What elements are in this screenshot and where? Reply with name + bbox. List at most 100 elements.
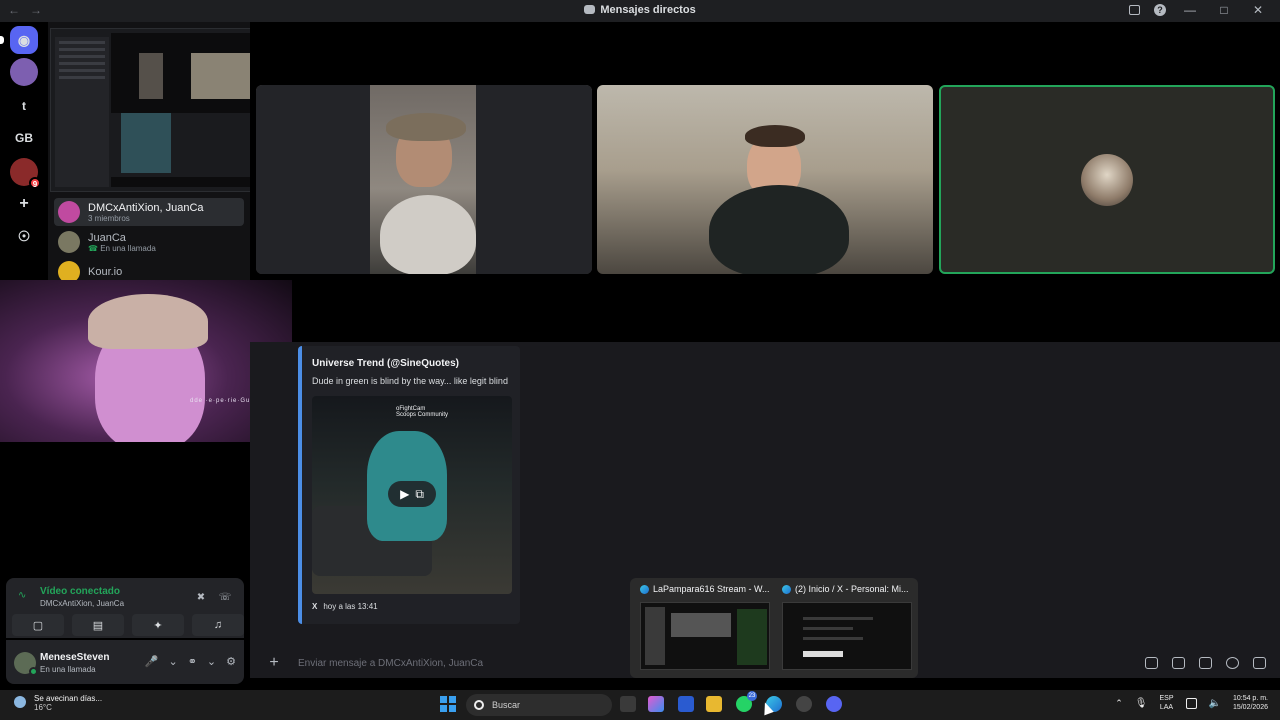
discord-home-icon[interactable]: ◉ [0,26,38,54]
taskbar-preview-popup: LaPampara616 Stream - W... (2) Inicio / … [630,578,918,678]
chevron-down-icon[interactable]: ⌄ [168,655,177,668]
open-external-icon[interactable]: ⧉ [415,487,424,502]
help-icon[interactable]: ? [1154,4,1166,16]
preview-line [59,62,105,65]
video-tile-3[interactable] [939,85,1275,274]
taskbar-search[interactable]: Buscar [466,694,612,716]
start-tile [449,696,456,703]
network-icon[interactable] [1185,697,1197,709]
preview-line [59,76,105,79]
avatar[interactable] [14,652,38,676]
server-icon-gb[interactable]: GB [10,124,38,152]
video-tile-1[interactable] [256,85,592,274]
embed-timestamp: hoy a las 13:41 [323,602,378,611]
attach-plus-icon[interactable]: + [264,653,284,673]
embed-video[interactable]: oFightCam Scoops Community ▶ ⧉ [312,396,512,594]
store-icon[interactable] [678,696,694,712]
file-explorer-icon[interactable] [706,696,722,712]
play-button[interactable]: ▶ ⧉ [388,481,436,507]
dm-name: Kour.io [88,266,123,278]
voice-status[interactable]: Vídeo conectado [40,586,120,597]
sticker-icon[interactable] [1199,657,1212,669]
discord-taskbar-icon[interactable] [826,696,842,712]
microphone-icon[interactable]: 🎤 [145,655,159,668]
gift-icon[interactable] [1145,657,1158,669]
embed-author[interactable]: Universe Trend (@SineQuotes) [312,358,459,369]
minimize-button[interactable]: — [1180,3,1200,17]
mention-badge: 9 [29,177,41,189]
apps-icon[interactable] [1253,657,1266,669]
play-icon: ▶ [400,487,410,501]
dm-item-kour[interactable]: Kour.io [54,258,244,280]
preview-tile [139,53,163,99]
chevron-up-icon[interactable]: ⌃ [1115,698,1123,709]
home-glyph: ◉ [17,31,31,48]
preview-embed [121,113,171,173]
participant-shirt [380,195,476,274]
copilot-icon[interactable] [648,696,664,712]
close-button[interactable]: ✕ [1248,3,1268,17]
dm-text: DMCxAntiXion, JuanCa 3 miembros [88,202,204,223]
dm-text: JuanCa ☎ En una llamada [88,232,156,253]
clock[interactable]: 10:54 p. m. 15/02/2026 [1233,694,1268,712]
preview-title: LaPampara616 Stream - W... [634,584,770,594]
microphone-icon[interactable]: 🎙 [1135,698,1148,709]
dm-item-juanca[interactable]: JuanCa ☎ En una llamada [54,228,244,256]
dm-item-group[interactable]: DMCxAntiXion, JuanCa 3 miembros [54,198,244,226]
chevron-down-icon[interactable]: ⌄ [207,655,216,668]
gif-icon[interactable] [1172,657,1185,669]
avatar [58,261,80,280]
add-server-icon[interactable]: + [10,190,38,218]
watermark-sub: Scoops Community [396,412,449,418]
noise-suppression-icon[interactable]: ✖ [194,592,208,606]
clock-time: 10:54 p. m. [1232,695,1268,702]
weather-text: Se avecinan días... [34,694,103,703]
start-button[interactable] [440,696,456,712]
thumb-block [803,651,843,657]
os-taskbar: Se avecinan días... 16°C Buscar 23 ⌃ 🎙 E… [0,690,1280,720]
soundboard-button[interactable]: ♫ [192,614,244,636]
preview-title-text: LaPampara616 Stream - W... [653,584,770,594]
username[interactable]: MeneseSteven [40,652,109,663]
link-embed[interactable]: Universe Trend (@SineQuotes) Dude in gre… [298,346,520,624]
dm-text: Kour.io [88,266,122,278]
x-logo-icon: X [312,602,318,611]
server-icon-t[interactable]: t [10,92,38,120]
video-tile-2[interactable] [597,85,933,274]
disconnect-icon[interactable]: ☏ [218,592,232,606]
title-bar-controls: ? — □ ✕ [1129,3,1268,17]
system-tray: ⌃ 🎙 ESP LAA 🔈 10:54 p. m. 15/02/2026 [1115,694,1268,712]
screen-share-button[interactable]: ▤ [72,614,124,636]
volume-icon[interactable]: 🔈 [1209,698,1221,709]
edge-icon [640,584,649,594]
voice-channel[interactable]: DMCxAntiXion, JuanCa [40,599,124,608]
whatsapp-badge: 23 [747,691,757,701]
app-icon[interactable] [796,696,812,712]
status-dot [29,667,38,676]
language-indicator[interactable]: ESP LAA [1159,694,1173,712]
signal-icon[interactable]: ∿ [18,590,30,602]
window-title: Mensajes directos [0,4,1280,16]
maximize-button[interactable]: □ [1214,3,1234,17]
thumb-block [671,613,731,637]
lang-top: ESP [1159,695,1174,702]
headphones-icon[interactable]: ⚭ [188,655,197,668]
weather-widget[interactable]: Se avecinan días... 16°C [14,694,102,712]
emoji-icon[interactable] [1226,657,1239,669]
discover-icon[interactable]: ☉ [10,222,38,250]
server-icon-1[interactable] [10,58,38,86]
whatsapp-icon[interactable]: 23 [736,691,757,712]
composer-icons [1145,657,1266,669]
preview-line [59,41,105,44]
preview-window-2[interactable]: (2) Inicio / X - Personal: Mi... [776,584,912,674]
lang-bottom: LAA [1159,704,1174,711]
preview-window-1[interactable]: LaPampara616 Stream - W... [634,584,770,674]
camera-off-button[interactable]: ▢ [12,614,64,636]
weather-icon [14,696,26,708]
inbox-icon[interactable] [1129,5,1140,15]
server-icon-avatar[interactable]: 9 [10,158,41,189]
avatar [1081,153,1133,206]
activities-button[interactable]: ✦ [132,614,184,636]
task-view-icon[interactable] [620,696,636,712]
settings-gear-icon[interactable]: ⚙ [226,655,236,668]
